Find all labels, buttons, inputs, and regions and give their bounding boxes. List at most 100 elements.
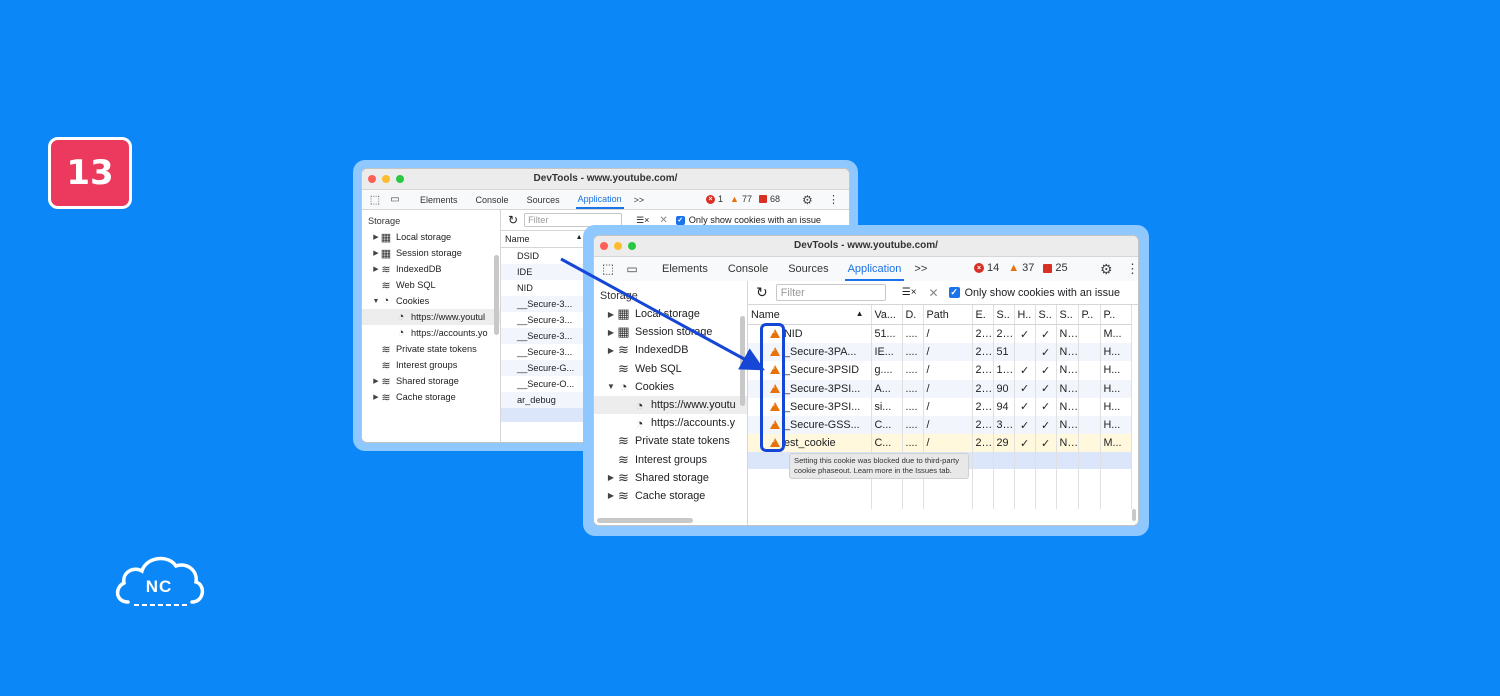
table-row[interactable]: NID51......./2...2...✓✓N...M... xyxy=(748,324,1132,344)
issue-counters[interactable]: × 1 ▲ 77 68 xyxy=(706,194,780,204)
device-toolbar-icon[interactable]: ▭ xyxy=(388,194,402,205)
table-row[interactable]: _Secure-GSS...C......./2...3...✓✓N...H..… xyxy=(748,415,1132,435)
sidebar-item-local-storage[interactable]: ▶ ▦ Local storage xyxy=(594,305,747,323)
sidebar-item-local-storage[interactable]: ▶ ▦ Local storage xyxy=(362,229,500,245)
collapsed-chevron-icon[interactable]: ▶ xyxy=(372,249,380,257)
tab-console[interactable]: Console xyxy=(476,195,509,205)
more-tabs-button[interactable]: >> xyxy=(634,195,645,205)
column-header-1[interactable]: Va... xyxy=(871,305,903,325)
collapsed-chevron-icon[interactable]: ▶ xyxy=(372,393,380,401)
sidebar-item-cookies[interactable]: ▼ ◔ Cookies xyxy=(594,378,747,396)
collapsed-chevron-icon[interactable]: ▶ xyxy=(372,233,380,241)
sidebar-item-https-www-youtul[interactable]: ◔ https://www.youtul xyxy=(362,309,500,325)
column-header-0[interactable]: Name ▲ xyxy=(748,305,872,325)
collapsed-chevron-icon[interactable]: ▶ xyxy=(606,346,616,355)
sidebar-item-shared-storage[interactable]: ▶ ≋ Shared storage xyxy=(362,373,500,389)
refresh-icon[interactable]: ↻ xyxy=(756,284,768,301)
inspect-element-icon[interactable]: ⬚ xyxy=(600,261,616,277)
sidebar-item-label: Interest groups xyxy=(635,453,708,466)
refresh-icon[interactable]: ↻ xyxy=(508,213,518,227)
sidebar-item-label: Private state tokens xyxy=(635,435,730,448)
sidebar-item-session-storage[interactable]: ▶ ▦ Session storage xyxy=(362,245,500,261)
maximize-window-button[interactable] xyxy=(628,242,636,250)
database-icon: ≋ xyxy=(381,391,391,404)
tab-application[interactable]: Application xyxy=(844,258,905,281)
table-row[interactable]: _Secure-3PSIDg......../2...1...✓✓N...H..… xyxy=(748,361,1132,380)
sidebar-item-shared-storage[interactable]: ▶ ≋ Shared storage xyxy=(594,469,747,487)
only-issue-checkbox[interactable]: ✓ xyxy=(948,287,960,298)
column-header-5[interactable]: S.. xyxy=(993,305,1015,325)
sidebar-item-https-www-youtu[interactable]: ◔ https://www.youtu xyxy=(594,395,747,415)
only-issue-checkbox[interactable]: ✓ xyxy=(675,215,685,225)
sidebar-item-indexeddb[interactable]: ▶ ≋ IndexedDB xyxy=(362,261,500,277)
sidebar-item-indexeddb[interactable]: ▶ ≋ IndexedDB xyxy=(594,341,747,359)
sidebar-item-cache-storage[interactable]: ▶ ≋ Cache storage xyxy=(594,487,747,505)
sidebar-item-interest-groups[interactable]: ≋ Interest groups xyxy=(594,451,747,469)
tab-sources[interactable]: Sources xyxy=(788,263,828,275)
issue-count-value: 68 xyxy=(769,194,780,204)
tab-application[interactable]: Application xyxy=(575,190,624,209)
clear-icon[interactable]: ✕ xyxy=(659,215,667,226)
sidebar-item-web-sql[interactable]: ≋ Web SQL xyxy=(594,360,747,378)
sidebar-item-private-state-tokens[interactable]: ≋ Private state tokens xyxy=(362,341,500,357)
sidebar-scrollbar[interactable] xyxy=(740,316,745,406)
table-scrollbar[interactable] xyxy=(1132,509,1136,521)
tab-console[interactable]: Console xyxy=(728,263,768,275)
column-header-7[interactable]: S.. xyxy=(1035,305,1057,325)
sidebar-item-https-accounts-y[interactable]: ◔ https://accounts.y xyxy=(594,414,747,432)
column-header-3[interactable]: Path xyxy=(923,305,973,325)
sidebar-horizontal-scrollbar[interactable] xyxy=(597,518,693,523)
inspect-element-icon[interactable]: ⬚ xyxy=(368,193,382,206)
expanded-chevron-icon[interactable]: ▼ xyxy=(606,382,616,391)
column-header-label: Name xyxy=(505,234,530,244)
sidebar-item-https-accounts-yo[interactable]: ◔ https://accounts.yo xyxy=(362,325,500,341)
sidebar-item-session-storage[interactable]: ▶ ▦ Session storage xyxy=(594,323,747,341)
table-row[interactable]: est_cookieC......./2...29✓✓N...M... xyxy=(748,434,1132,453)
settings-gear-icon[interactable]: ⚙ xyxy=(1100,261,1113,278)
table-row[interactable]: _Secure-3PA... IE......./2...51 ✓N... H... xyxy=(748,343,1132,362)
clear-filtered-cookies-icon[interactable]: ☰× xyxy=(902,287,917,298)
tab-elements[interactable]: Elements xyxy=(662,263,708,275)
close-window-button[interactable] xyxy=(368,175,376,183)
settings-gear-icon[interactable]: ⚙ xyxy=(802,193,813,207)
minimize-window-button[interactable] xyxy=(382,175,390,183)
sidebar-item-cookies[interactable]: ▼ ◔ Cookies xyxy=(362,293,500,309)
table-row[interactable]: _Secure-3PSI...A......./2...90✓✓N...H... xyxy=(748,379,1132,398)
device-toolbar-icon[interactable]: ▭ xyxy=(624,262,640,276)
sidebar-scrollbar[interactable] xyxy=(494,255,499,335)
minimize-window-button[interactable] xyxy=(614,242,622,250)
sidebar-item-interest-groups[interactable]: ≋ Interest groups xyxy=(362,357,500,373)
collapsed-chevron-icon[interactable]: ▶ xyxy=(606,328,616,337)
column-header-6[interactable]: H.. xyxy=(1014,305,1036,325)
collapsed-chevron-icon[interactable]: ▶ xyxy=(606,491,616,500)
column-header-10[interactable]: P.. xyxy=(1100,305,1132,325)
more-options-icon[interactable]: ⋮ xyxy=(1126,261,1138,277)
maximize-window-button[interactable] xyxy=(396,175,404,183)
collapsed-chevron-icon[interactable]: ▶ xyxy=(372,265,380,273)
table-row[interactable]: _Secure-3PSI...si......./2...94✓✓N...H..… xyxy=(748,397,1132,416)
cookie-size-cell: 1... xyxy=(993,361,1015,380)
cookie-priority-cell: H... xyxy=(1100,361,1132,380)
column-header-2[interactable]: D. xyxy=(902,305,924,325)
more-options-icon[interactable]: ⋮ xyxy=(828,193,839,206)
column-header-4[interactable]: E. xyxy=(972,305,994,325)
sidebar-item-private-state-tokens[interactable]: ≋ Private state tokens xyxy=(594,432,747,450)
column-header-name[interactable]: Name ▲ xyxy=(501,231,588,248)
collapsed-chevron-icon[interactable]: ▶ xyxy=(606,473,616,482)
collapsed-chevron-icon[interactable]: ▶ xyxy=(606,310,616,319)
sidebar-item-cache-storage[interactable]: ▶ ≋ Cache storage xyxy=(362,389,500,405)
column-header-8[interactable]: S.. xyxy=(1056,305,1079,325)
issue-counters[interactable]: × 14 ▲ 37 25 xyxy=(974,262,1068,274)
clear-icon[interactable]: ✕ xyxy=(929,286,939,300)
tab-elements[interactable]: Elements xyxy=(420,195,458,205)
close-window-button[interactable] xyxy=(600,242,608,250)
sidebar-item-label: IndexedDB xyxy=(635,344,689,357)
expanded-chevron-icon[interactable]: ▼ xyxy=(372,298,380,305)
sidebar-item-web-sql[interactable]: ≋ Web SQL xyxy=(362,277,500,293)
collapsed-chevron-icon[interactable]: ▶ xyxy=(372,377,380,385)
clear-filtered-cookies-icon[interactable]: ☰× xyxy=(636,215,649,226)
tab-sources[interactable]: Sources xyxy=(527,195,560,205)
more-tabs-button[interactable]: >> xyxy=(914,263,927,275)
column-header-9[interactable]: P.. xyxy=(1078,305,1101,325)
filter-input[interactable]: Filter xyxy=(775,284,886,301)
